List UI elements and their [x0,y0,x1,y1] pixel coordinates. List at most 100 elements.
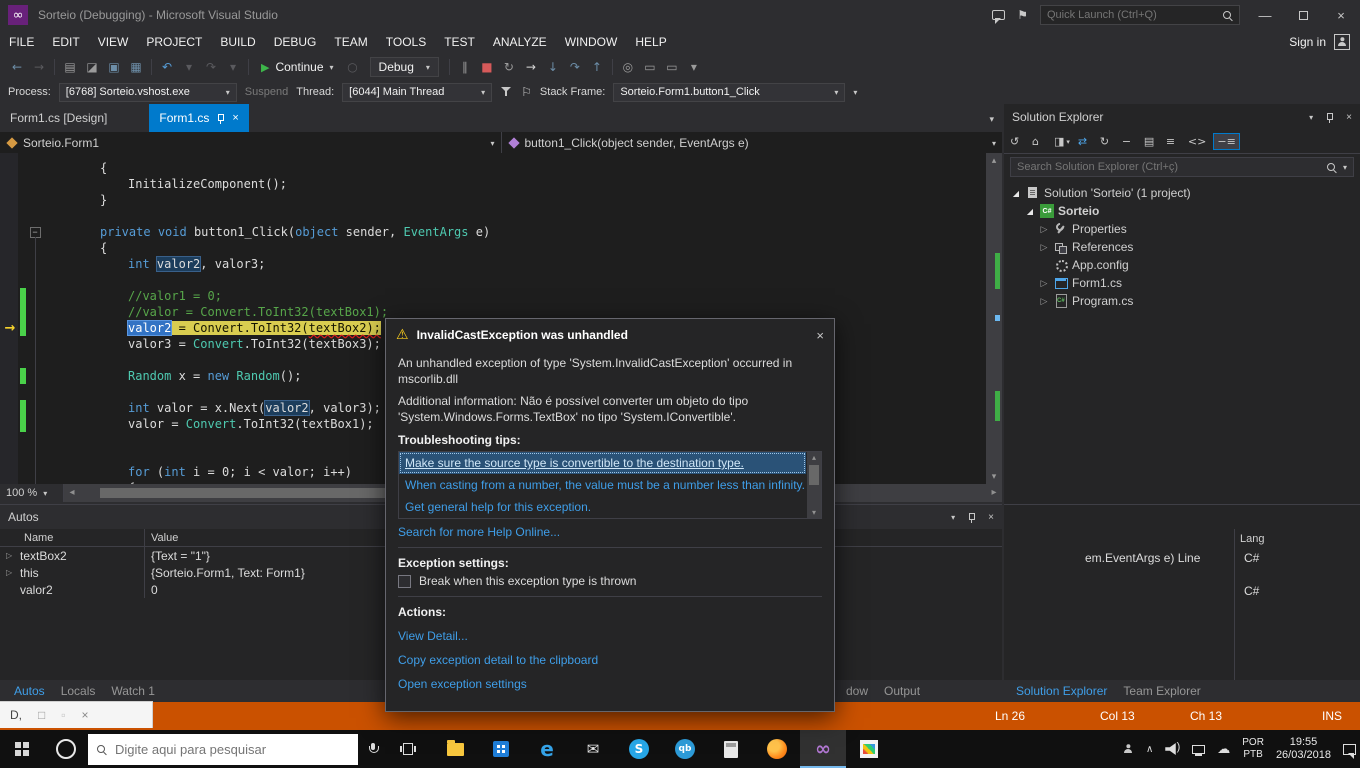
menu-item-edit[interactable]: EDIT [43,30,88,54]
step-over-icon[interactable]: ↷ [564,60,586,74]
pin-icon[interactable] [1325,112,1334,123]
ghost-minimize-icon[interactable]: ▫ [61,708,65,722]
se-view-code-icon[interactable]: <> [1188,135,1206,148]
tree-expander[interactable]: ▷ [1038,278,1050,289]
se-search-box[interactable]: ▾ [1010,157,1354,177]
menu-item-team[interactable]: TEAM [325,30,376,54]
menu-item-debug[interactable]: DEBUG [265,30,326,54]
se-show-all-files-icon[interactable]: ▤ [1144,135,1158,148]
scroll-right-icon[interactable]: ▸ [986,484,1002,502]
taskbar-mail[interactable]: ✉ [570,730,616,768]
tips-scrollbar[interactable]: ▴ ▾ [807,452,821,518]
sign-in-button[interactable]: Sign in [1289,34,1360,50]
target-circle-icon[interactable]: ○ [342,60,364,74]
close-icon[interactable]: × [988,512,994,523]
action-link-view-detail[interactable]: View Detail... [398,629,822,643]
tool-tab-autos[interactable]: Autos [6,684,53,698]
tool-tab-locals[interactable]: Locals [53,684,104,698]
restart-icon[interactable]: ↻ [498,60,520,74]
taskbar-qbittorrent[interactable]: qb [662,730,708,768]
tool-tab-watch-1[interactable]: Watch 1 [103,684,163,698]
close-icon[interactable]: × [232,112,238,124]
lang-column-header[interactable]: Lang [1240,533,1264,545]
tree-item-program-cs[interactable]: ▷Program.cs [1004,292,1360,310]
tree-expander[interactable]: ▷ [1038,296,1050,307]
save-all-icon[interactable]: ▦ [125,60,147,74]
taskbar-edge[interactable]: e [524,730,570,768]
tool-tab-dow[interactable]: dow [838,684,876,698]
cortana-button[interactable] [44,730,88,768]
step-out-icon[interactable]: ↑ [586,60,608,74]
pin-icon[interactable] [216,113,225,124]
taskbar-calculator[interactable] [708,730,754,768]
stack-frame-dropdown[interactable]: Sorteio.Form1.button1_Click ▾ [613,83,845,102]
chevron-down-icon[interactable]: ▾ [1343,163,1347,172]
tree-item-form1-cs[interactable]: ▷Form1.cs [1004,274,1360,292]
break-checkbox-row[interactable]: Break when this exception type is thrown [398,574,822,588]
close-button[interactable]: × [1328,8,1354,23]
document-list-icon[interactable]: ▾ [989,114,994,125]
window-position-icon[interactable]: ▾ [951,513,955,522]
tree-expander[interactable]: ◢ [1024,207,1036,216]
menu-item-window[interactable]: WINDOW [556,30,627,54]
tree-item-sorteio[interactable]: ◢Sorteio [1004,202,1360,220]
open-file-icon[interactable]: ◪ [81,60,103,74]
volume-icon[interactable] [1165,743,1180,755]
se-search-input[interactable] [1011,161,1320,173]
tree-expander[interactable]: ▷ [1038,242,1050,253]
se-collapse-all-icon[interactable]: − [1122,135,1136,148]
menu-item-help[interactable]: HELP [626,30,675,54]
type-dropdown[interactable]: Sorteio.Form1 ▾ [0,132,501,153]
navigate-back-icon[interactable]: ← [6,60,28,74]
scroll-up-icon[interactable]: ▴ [807,453,821,462]
editor-vertical-scrollbar[interactable]: ▴ ▾ [986,153,1002,484]
menu-item-project[interactable]: PROJECT [137,30,211,54]
network-icon[interactable] [1192,745,1205,754]
member-dropdown[interactable]: button1_Click(object sender, EventArgs e… [501,132,1003,153]
save-icon[interactable]: ▣ [103,60,125,74]
close-icon[interactable]: × [1346,112,1352,123]
undo-caret-icon[interactable]: ▾ [178,60,200,74]
command-window-icon[interactable]: ▭ [639,60,661,74]
minimize-button[interactable]: — [1252,8,1278,23]
find-in-files-icon[interactable]: ◎ [617,60,639,74]
se-refresh-icon[interactable]: ↻ [1100,135,1114,148]
microphone-button[interactable] [358,730,388,768]
call-stack-row[interactable]: C# [1004,584,1360,601]
new-file-icon[interactable]: ▤ [59,60,81,74]
taskbar-photos[interactable] [846,730,892,768]
scrollbar-thumb[interactable] [809,465,819,485]
language-indicator[interactable]: POR PTB [1242,737,1264,761]
menu-item-file[interactable]: FILE [0,30,43,54]
menu-item-build[interactable]: BUILD [211,30,264,54]
task-view-button[interactable] [388,730,428,768]
tool-tab-output[interactable]: Output [876,684,928,698]
show-next-statement-icon[interactable]: → [520,60,542,74]
tree-item-solution-sorteio-1-project[interactable]: ◢Solution 'Sorteio' (1 project) [1004,184,1360,202]
stop-debugging-icon[interactable]: ■ [476,60,498,74]
tip-link[interactable]: Make sure the source type is convertible… [399,452,806,474]
process-dropdown[interactable]: [6768] Sorteio.vshost.exe ▾ [59,83,237,102]
zoom-control[interactable]: 100 % ▾ [0,484,64,502]
toolbar-overflow-icon[interactable]: ▾ [853,88,857,97]
scroll-down-icon[interactable]: ▾ [807,508,821,517]
action-link-open-exception-settings[interactable]: Open exception settings [398,677,822,691]
redo-icon[interactable]: ↷ [200,60,222,74]
expander-icon[interactable]: ▷ [6,551,16,560]
taskbar-skype[interactable]: S [616,730,662,768]
column-header-name[interactable]: Name [0,529,145,546]
tree-item-properties[interactable]: ▷Properties [1004,220,1360,238]
clock[interactable]: 19:55 26/03/2018 [1276,736,1331,762]
tip-link[interactable]: When casting from a number, the value mu… [399,474,806,496]
tool-tab-team-explorer[interactable]: Team Explorer [1115,684,1208,698]
se-properties-icon[interactable]: ≡ [1166,135,1180,148]
action-center-icon[interactable] [1343,744,1356,755]
floating-toolbar[interactable]: D,□▫× [0,701,153,728]
start-button[interactable] [0,730,44,768]
menu-item-tools[interactable]: TOOLS [377,30,435,54]
taskbar-file-explorer[interactable] [432,730,478,768]
tree-expander[interactable]: ◢ [1010,189,1022,198]
menu-item-test[interactable]: TEST [435,30,484,54]
se-back-icon[interactable]: ↺ [1010,135,1024,148]
expander-icon[interactable]: ▷ [6,568,16,577]
